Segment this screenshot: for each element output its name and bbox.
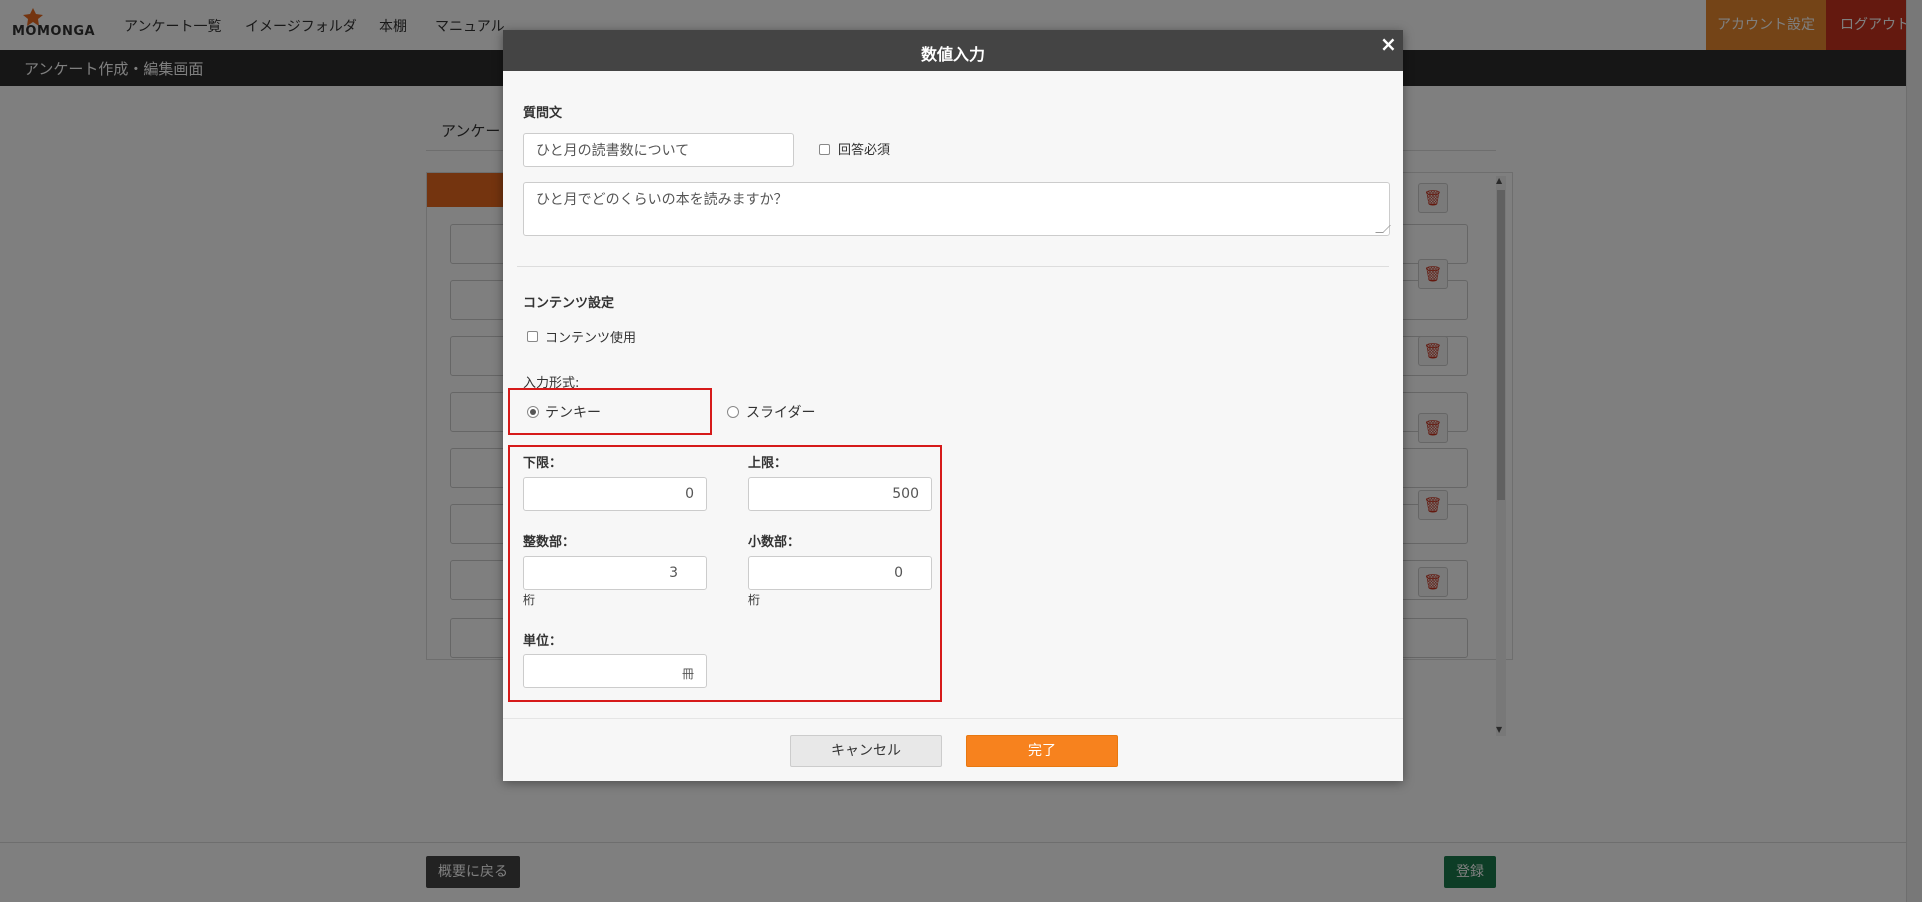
slider-radio[interactable] <box>727 406 739 418</box>
question-label: 質問文 <box>523 106 563 121</box>
decimal-digits-label: 小数部： <box>748 535 801 550</box>
unit-label: 単位： <box>523 634 563 649</box>
required-label: 回答必須 <box>838 143 891 158</box>
tenkey-label: テンキー <box>545 405 601 421</box>
integer-digits-unit: 桁 <box>523 593 536 607</box>
content-use-checkbox[interactable] <box>527 331 538 342</box>
description-textarea[interactable]: ひと月でどのくらいの本を読みますか？ <box>523 182 1391 236</box>
lower-limit-label: 下限： <box>523 456 563 471</box>
required-checkbox[interactable] <box>819 144 830 155</box>
upper-limit-input[interactable] <box>748 477 932 511</box>
close-icon[interactable]: × <box>1380 32 1397 56</box>
slider-label: スライダー <box>746 405 816 421</box>
description-text: ひと月でどのくらいの本を読みますか？ <box>536 192 788 208</box>
cancel-button[interactable]: キャンセル <box>790 735 942 767</box>
decimal-digits-input[interactable] <box>748 556 932 590</box>
question-input[interactable] <box>523 133 794 167</box>
dialog-footer-divider <box>503 718 1403 719</box>
resize-grip-icon[interactable] <box>1375 225 1391 233</box>
upper-limit-label: 上限： <box>748 456 788 471</box>
lower-limit-input[interactable] <box>523 477 707 511</box>
dialog-header: 数値入力 × <box>503 30 1403 71</box>
tenkey-radio[interactable] <box>527 406 539 418</box>
integer-digits-label: 整数部： <box>523 535 576 550</box>
decimal-digits-unit: 桁 <box>748 593 761 607</box>
section-divider <box>517 266 1389 267</box>
unit-input[interactable]: 冊 <box>523 654 707 688</box>
unit-book-icon: 冊 <box>681 667 694 681</box>
integer-digits-input[interactable] <box>523 556 707 590</box>
dialog-title: 数値入力 <box>920 45 985 64</box>
done-button[interactable]: 完了 <box>966 735 1118 767</box>
numeric-input-dialog: 数値入力 × 質問文 回答必須 ひと月でどのくらいの本を読みますか？ コンテンツ… <box>503 30 1403 781</box>
content-use-label: コンテンツ使用 <box>545 331 637 346</box>
content-settings-label: コンテンツ設定 <box>523 296 615 311</box>
